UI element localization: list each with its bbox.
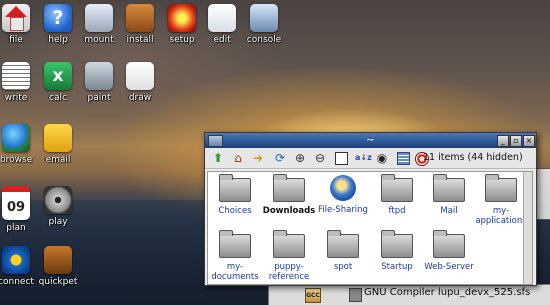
gcc-badge-icon: GCC (305, 288, 321, 303)
file-label: ftpd (388, 206, 406, 216)
paint-icon (85, 62, 113, 90)
folder-icon (219, 230, 251, 258)
folder-icon (433, 230, 465, 258)
file-label: File-Sharing (318, 205, 368, 215)
background-window[interactable]: GCC GNU Compiler lupu_devx_525.sfs (268, 284, 550, 305)
folder-icon (273, 174, 305, 202)
items-count: 11 items (44 hidden) (423, 152, 523, 163)
file-label: Choices (218, 206, 252, 216)
folder-mail[interactable]: Mail (422, 174, 476, 216)
drive-icon (85, 4, 113, 32)
back-icon[interactable]: ➜ (251, 151, 265, 165)
file-label: Web-Server (424, 262, 474, 272)
briefcase-icon (126, 4, 154, 32)
file-label: Downloads (262, 206, 316, 216)
desktop-icon-draw[interactable]: draw (116, 62, 164, 103)
folder-icon (219, 174, 251, 202)
folder-icon (485, 174, 517, 202)
background-window-edge[interactable] (535, 168, 550, 220)
toolbox-icon (44, 246, 72, 274)
file-label: my-documents (211, 262, 259, 282)
desktop-icon-label: console (246, 35, 282, 45)
calendar-day: 09 (6, 200, 26, 215)
desktop-icon-label: play (48, 217, 68, 227)
folder-downloads[interactable]: Downloads (262, 174, 316, 216)
refresh-icon[interactable]: ⟳ (273, 151, 287, 165)
window-titlebar[interactable]: ~ _ ▫ × (205, 133, 536, 148)
folder-my-applications[interactable]: my-applications (474, 174, 528, 226)
background-window-text: GNU Compiler lupu_devx_525.sfs (364, 287, 531, 298)
show-hidden-icon[interactable]: ◉ (375, 151, 389, 165)
folder-icon (381, 230, 413, 258)
file-pane[interactable]: Choices Downloads File-Sharing ftpd Mail… (207, 171, 533, 285)
file-sharing-icon (330, 175, 356, 201)
folder-web-server[interactable]: Web-Server (422, 230, 476, 272)
notepad-icon (208, 4, 236, 32)
sort-az-icon[interactable]: a↓z (355, 151, 372, 165)
up-icon[interactable]: ⬆ (211, 151, 225, 165)
desktop-icon-label: install (126, 35, 154, 45)
desktop-icon-play[interactable]: play (34, 186, 82, 227)
folder-icon (273, 230, 305, 258)
folder-icon (381, 174, 413, 202)
home-icon (2, 4, 30, 32)
folder-puppy-reference[interactable]: puppy-reference (262, 230, 316, 282)
zoom-out-icon[interactable]: ⊖ (313, 151, 327, 165)
details-icon[interactable] (397, 152, 410, 165)
folder-icon (327, 230, 359, 258)
folder-choices[interactable]: Choices (208, 174, 262, 216)
monitor-icon (250, 4, 278, 32)
desktop-icon-install[interactable]: install (116, 4, 164, 45)
package-icon (349, 288, 362, 302)
close-button[interactable]: × (523, 135, 535, 147)
file-label: Startup (381, 262, 413, 272)
folder-my-documents[interactable]: my-documents (208, 230, 262, 282)
zoom-in-icon[interactable]: ⊕ (293, 151, 307, 165)
file-manager-window[interactable]: ~ _ ▫ × ⬆ ⌂ ➜ ⟳ ⊕ ⊖ a↓z ◉ 11 items (44 h… (204, 132, 537, 286)
minimize-button[interactable]: _ (497, 135, 509, 147)
desktop-icon-label: quickpet (38, 277, 78, 287)
desktop-icon-quickpet[interactable]: quickpet (34, 246, 82, 287)
calendar-icon: 09 (2, 186, 30, 220)
envelope-icon (44, 124, 72, 152)
folder-ftpd[interactable]: ftpd (370, 174, 424, 216)
connect-icon (2, 246, 30, 274)
desktop-icon-label: edit (213, 35, 231, 45)
desktop-icon-label: email (45, 155, 71, 165)
desktop-icon-console[interactable]: console (240, 4, 288, 45)
desktop-background: file ? help mount install setup edit con… (0, 0, 550, 305)
home-icon[interactable]: ⌂ (231, 151, 245, 165)
window-title: ~ (366, 135, 375, 146)
file-label: my-applications (475, 206, 527, 226)
folder-icon (433, 174, 465, 202)
file-label: puppy-reference (268, 262, 310, 282)
desktop-icon-label: draw (128, 93, 152, 103)
file-label: Mail (440, 206, 458, 216)
desktop-icon-email[interactable]: email (34, 124, 82, 165)
file-label: spot (333, 262, 353, 272)
desktop-icon-edit[interactable]: edit (198, 4, 246, 45)
setup-icon (168, 4, 196, 32)
spreadsheet-icon: x (44, 62, 72, 90)
scrollbar[interactable] (523, 172, 532, 284)
folder-spot[interactable]: spot (316, 230, 370, 272)
globe-icon (2, 124, 30, 152)
pencil-icon (126, 62, 154, 90)
help-icon: ? (44, 4, 72, 32)
folder-startup[interactable]: Startup (370, 230, 424, 272)
document-icon (2, 62, 30, 90)
film-reel-icon (44, 186, 72, 214)
maximize-button[interactable]: ▫ (510, 135, 522, 147)
item-file-sharing[interactable]: File-Sharing (316, 175, 370, 215)
select-icon[interactable] (335, 152, 348, 165)
file-manager-toolbar: ⬆ ⌂ ➜ ⟳ ⊕ ⊖ a↓z ◉ 11 items (44 hidden) (205, 148, 536, 169)
